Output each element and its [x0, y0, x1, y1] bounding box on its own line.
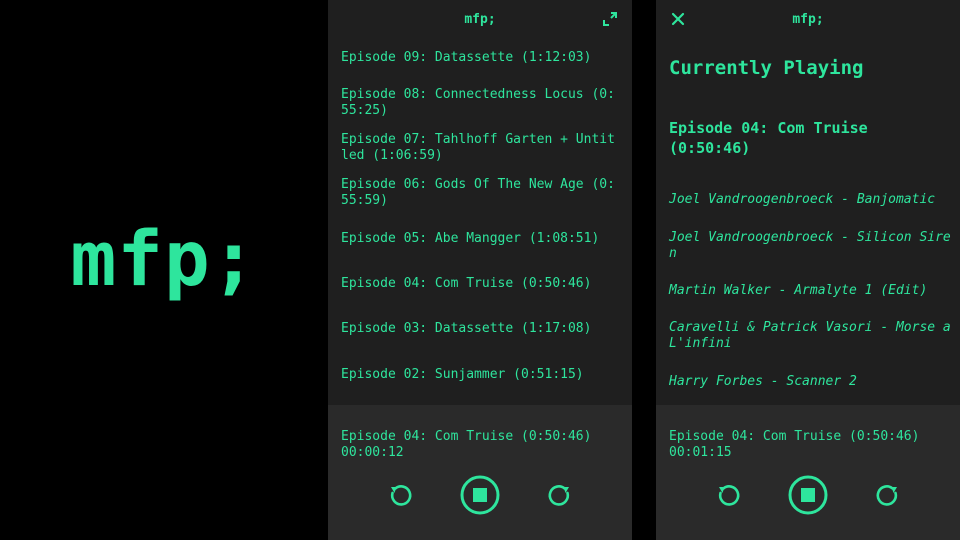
episode-item[interactable]: Episode 06: Gods Of The New Age (0:55:59… — [341, 177, 621, 209]
episode-list-screen: mfp; Episode 09: Datassette (1:12:03) Ep… — [328, 0, 632, 540]
episode-item[interactable]: Episode 07: Tahlhoff Garten + Untitled (… — [341, 132, 621, 164]
mini-player[interactable]: Episode 04: Com Truise (0:50:46) 00:00:1… — [328, 405, 632, 540]
rewind-icon[interactable] — [714, 480, 744, 510]
elapsed-time: 00:00:12 — [341, 445, 404, 460]
current-episode-title: Episode 04: Com Truise (0:50:46) — [669, 119, 868, 157]
now-playing-screen: mfp; Currently Playing Episode 04: Com T… — [656, 0, 960, 540]
app-title: mfp; — [464, 12, 496, 27]
top-bar: mfp; — [328, 0, 632, 40]
track-item: Joel Vandroogenbroeck - Silicon Siren — [669, 230, 951, 261]
now-playing-title: Episode 04: Com Truise (0:50:46) — [341, 429, 592, 444]
episode-item[interactable]: Episode 04: Com Truise (0:50:46) — [341, 276, 621, 292]
track-item: Harry Forbes - Scanner 2 — [669, 374, 857, 389]
track-item: Martin Walker - Armalyte 1 (Edit) — [669, 283, 928, 298]
episode-item[interactable]: Episode 08: Connectedness Locus (0:55:25… — [341, 87, 621, 119]
splash-panel: mfp; — [0, 0, 328, 540]
episode-item[interactable]: Episode 05: Abe Mangger (1:08:51) — [341, 231, 621, 247]
close-icon[interactable] — [670, 11, 686, 27]
forward-icon[interactable] — [872, 480, 902, 510]
forward-icon[interactable] — [544, 480, 574, 510]
currently-playing-heading: Currently Playing — [669, 57, 864, 79]
app-title: mfp; — [792, 12, 824, 27]
episode-item[interactable]: Episode 02: Sunjammer (0:51:15) — [341, 367, 621, 383]
divider — [632, 0, 656, 540]
track-item: Joel Vandroogenbroeck - Banjomatic — [669, 192, 936, 207]
mini-player[interactable]: Episode 04: Com Truise (0:50:46) 00:01:1… — [656, 405, 960, 540]
rewind-icon[interactable] — [386, 480, 416, 510]
expand-icon[interactable] — [602, 11, 618, 27]
episode-item[interactable]: Episode 09: Datassette (1:12:03) — [341, 50, 621, 66]
app-logo: mfp; — [70, 214, 258, 303]
elapsed-time: 00:01:15 — [669, 445, 732, 460]
top-bar: mfp; — [656, 0, 960, 40]
track-item: Caravelli & Patrick Vasori - Morse a L'i… — [669, 320, 951, 351]
now-playing-title: Episode 04: Com Truise (0:50:46) — [669, 429, 920, 444]
episode-item[interactable]: Episode 03: Datassette (1:17:08) — [341, 321, 621, 337]
stop-icon[interactable] — [787, 474, 829, 516]
stop-icon[interactable] — [459, 474, 501, 516]
